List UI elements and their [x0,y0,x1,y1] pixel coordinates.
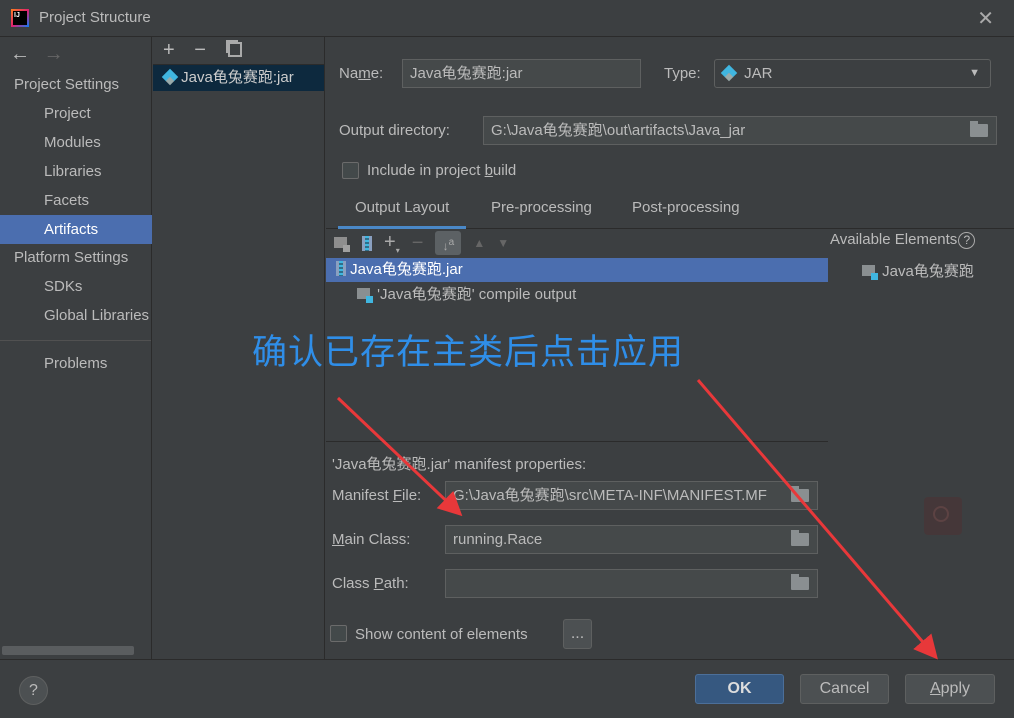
annotation-arrows [336,379,938,660]
arrow-to-main-class [336,396,463,517]
arrow-to-apply [696,379,938,660]
